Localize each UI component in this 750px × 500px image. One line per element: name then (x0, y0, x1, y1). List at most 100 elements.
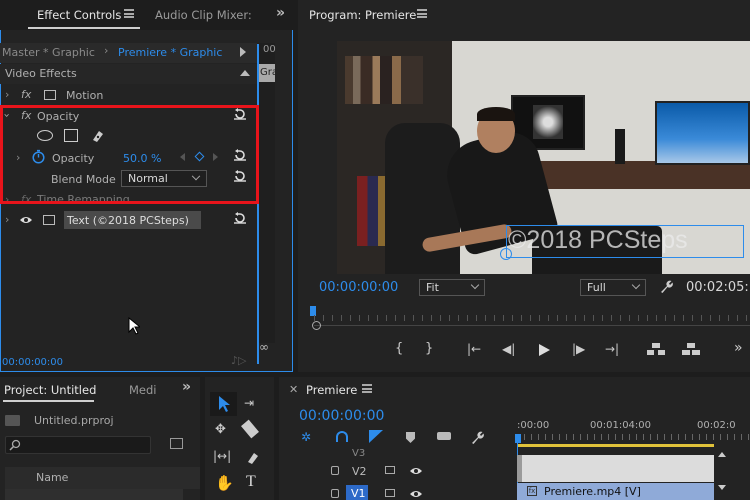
fx-badge-icon: fx (527, 486, 537, 496)
eye-icon-v2[interactable] (409, 466, 423, 476)
timeline-scroll-down-icon[interactable] (718, 485, 726, 490)
source-clip-label[interactable]: Premiere * Graphic (118, 46, 222, 59)
fx-toggle-motion[interactable]: fx (21, 88, 31, 101)
search-field[interactable] (5, 436, 151, 454)
eye-icon-v1[interactable] (409, 489, 423, 499)
ripple-edit-tool-icon[interactable]: ✥ (215, 422, 226, 437)
pen-tool-icon[interactable] (245, 449, 261, 465)
step-forward-icon[interactable]: |▶ (572, 342, 585, 356)
text-layer-chevron-icon[interactable]: › (5, 213, 9, 226)
ec-mini-timeline (257, 43, 275, 343)
opacity-highlight-box (0, 105, 259, 204)
project-list-header (5, 467, 200, 489)
person-hair (477, 107, 515, 121)
snap-magnet-icon[interactable] (336, 431, 348, 442)
go-to-out-icon[interactable]: →| (605, 342, 619, 356)
ec-playhead[interactable] (257, 44, 259, 364)
go-to-in-icon[interactable]: |← (467, 342, 481, 356)
sync-lock-icon-v1[interactable] (385, 489, 395, 497)
loop-icon[interactable]: ∞ (259, 340, 269, 354)
tab-underline (28, 27, 140, 29)
program-menu-icon[interactable] (417, 9, 427, 18)
reset-text-icon[interactable] (233, 211, 247, 225)
track-label-v1: V1 (351, 487, 366, 500)
overflow-chevron-icon-project[interactable]: » (182, 379, 191, 395)
selection-arrow-icon (218, 395, 230, 413)
tab-effect-controls[interactable]: Effect Controls (37, 8, 121, 22)
track-header-v2 (279, 462, 515, 480)
new-bin-icon[interactable] (170, 438, 183, 449)
ec-clip-label: Gra (260, 67, 275, 78)
motion-label: Motion (66, 89, 104, 102)
tab-project[interactable]: Project: Untitled (4, 383, 96, 397)
graphic-clip-v2[interactable] (517, 455, 714, 482)
timeline-timecode[interactable]: 00:00:00:00 (299, 408, 384, 424)
tab-audio-clip-mixer[interactable]: Audio Clip Mixer: Pi (155, 8, 255, 22)
column-name-header[interactable]: Name (36, 471, 68, 484)
program-timecode[interactable]: 00:00:00:00 (319, 280, 398, 295)
play-button-icon[interactable] (539, 344, 550, 356)
chair (385, 123, 460, 274)
lock-icon-v1[interactable] (331, 489, 339, 498)
timeline-wrench-icon[interactable] (470, 430, 485, 445)
mark-in-icon[interactable]: { (395, 341, 403, 356)
play-only-icon[interactable] (240, 47, 246, 57)
caption-settings-icon[interactable] (437, 432, 451, 440)
track-label-v2: V2 (352, 465, 367, 478)
text-transform-box-icon[interactable] (43, 215, 55, 225)
sync-lock-icon-v2[interactable] (385, 466, 395, 474)
overflow-chevron-icon-program[interactable]: » (734, 340, 743, 356)
transform-box-icon[interactable] (44, 90, 56, 100)
ec-timecode[interactable]: 00:00:00:00 (2, 357, 63, 368)
tab-timeline[interactable]: Premiere (306, 383, 357, 397)
program-duration: 00:02:05: (686, 280, 749, 295)
track-header-v3 (279, 447, 515, 463)
quality-value: Full (587, 281, 606, 294)
collapse-up-icon[interactable] (240, 70, 250, 76)
project-file-name: Untitled.prproj (34, 414, 114, 427)
timeline-close-icon[interactable]: ✕ (289, 383, 298, 396)
lift-icon[interactable] (646, 342, 666, 356)
lock-icon-v2[interactable] (331, 466, 339, 475)
scrub-handle[interactable] (312, 321, 321, 330)
video-clip-v1-label: Premiere.mp4 [V] (544, 485, 641, 498)
search-icon (9, 439, 21, 451)
eye-icon[interactable] (19, 215, 33, 225)
slip-tool-icon[interactable]: |↔| (213, 449, 231, 463)
program-monitor-title[interactable]: Program: Premiere (309, 8, 416, 22)
tab-media[interactable]: Media (129, 383, 157, 397)
project-scroll-row (5, 489, 183, 500)
timeline-ruler-mid: 00:01:04:00 (590, 420, 652, 431)
overflow-chevron-icon[interactable]: » (276, 5, 285, 21)
hand-tool-icon[interactable]: ✋ (215, 474, 234, 492)
zoom-value: Fit (426, 281, 439, 294)
timeline-ruler-ticks (517, 434, 750, 440)
motion-expand-chevron-icon[interactable]: › (5, 88, 9, 101)
folder-icon (5, 415, 20, 426)
mouse-cursor-icon (128, 317, 140, 335)
wrench-icon[interactable] (659, 279, 674, 294)
mic (615, 129, 625, 164)
monitor-right (655, 101, 750, 165)
timeline-ruler-end: 00:02:0 (697, 420, 736, 431)
timeline-menu-icon[interactable] (362, 384, 372, 393)
timeline-scroll-up-icon[interactable] (718, 452, 726, 457)
type-tool-icon[interactable]: T (246, 473, 256, 491)
tab-project-underline (3, 400, 94, 402)
source-master-label[interactable]: Master * Graphic (2, 46, 95, 59)
text-layer-label: Text (©2018 PCSteps) (67, 214, 189, 227)
source-chevron-icon: › (104, 44, 109, 57)
step-back-icon[interactable]: ◀| (502, 342, 515, 356)
mark-out-icon[interactable]: } (425, 341, 433, 356)
track-label-v3: V3 (352, 448, 366, 459)
timeline-playhead-head[interactable] (515, 434, 521, 443)
track-select-tool-icon[interactable]: ⇥ (244, 396, 254, 410)
extract-icon[interactable] (681, 342, 701, 356)
watermark-text[interactable]: ©2018 PCSteps (508, 226, 746, 255)
scrub-ruler[interactable] (314, 315, 750, 321)
track-header-v1 (279, 483, 515, 500)
figurines (345, 56, 423, 104)
nest-icon[interactable]: ✲ (301, 430, 311, 444)
tab-menu-icon[interactable] (124, 9, 134, 18)
work-area-bar[interactable] (517, 444, 714, 447)
